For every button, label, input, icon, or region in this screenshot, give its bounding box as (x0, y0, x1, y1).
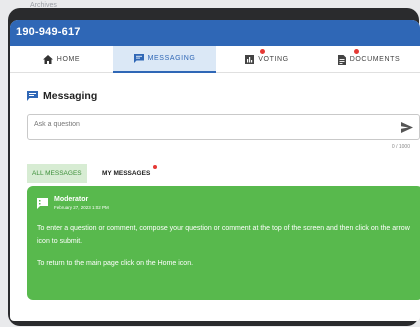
documents-badge (354, 49, 359, 54)
messaging-title: Messaging (43, 90, 98, 102)
tab-messaging-label: MESSAGING (147, 55, 196, 62)
header-bar: 190-949-617 (10, 20, 420, 46)
character-counter: 0 / 1000 (391, 144, 410, 150)
question-input[interactable] (34, 121, 374, 128)
message-author: Moderator (54, 196, 89, 203)
tab-messaging[interactable]: MESSAGING (113, 46, 216, 73)
tab-all-messages-label: ALL MESSAGES (32, 170, 82, 177)
voting-badge (260, 49, 265, 54)
tab-voting-label: VOTING (258, 56, 289, 63)
tab-documents-label: DOCUMENTS (349, 56, 401, 63)
messaging-heading: Messaging (27, 90, 97, 102)
tab-home-label: HOME (56, 56, 81, 63)
meeting-id: 190-949-617 (16, 26, 81, 38)
app-screen: 190-949-617 HOME MESSAGING VOTING DOCUME… (10, 20, 420, 321)
tab-my-messages[interactable]: MY MESSAGES (97, 164, 158, 183)
question-field[interactable] (27, 114, 420, 140)
documents-icon (337, 54, 346, 65)
chat-icon (37, 198, 48, 209)
my-messages-badge (153, 165, 158, 169)
send-arrow-icon[interactable] (401, 122, 413, 133)
tab-my-messages-label: MY MESSAGES (102, 170, 151, 177)
tab-voting[interactable]: VOTING (216, 46, 318, 73)
message-card: Moderator February 27, 2023 1:02 PM To e… (27, 186, 420, 300)
tab-all-messages[interactable]: ALL MESSAGES (27, 164, 87, 183)
messaging-icon (133, 54, 144, 63)
tab-documents[interactable]: DOCUMENTS (318, 46, 420, 73)
home-icon (42, 55, 53, 64)
message-text: To enter a question or comment, compose … (37, 225, 410, 245)
voting-icon (245, 55, 255, 64)
tab-home[interactable]: HOME (10, 46, 113, 73)
message-text-2: To return to the main page click on the … (37, 260, 194, 267)
message-date: February 27, 2023 1:02 PM (54, 205, 109, 210)
main-tabs: HOME MESSAGING VOTING DOCUMENTS (10, 46, 420, 73)
messaging-icon (27, 91, 38, 101)
